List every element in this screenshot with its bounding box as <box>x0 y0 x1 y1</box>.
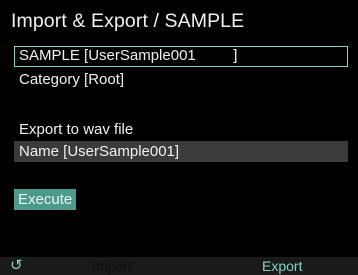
export-tab[interactable]: Export <box>262 257 302 275</box>
back-icon[interactable]: ↺ <box>10 257 23 275</box>
execute-button[interactable]: Execute <box>14 189 77 210</box>
footer-bar: ↺ Import Export <box>0 257 358 275</box>
name-field[interactable]: Name [UserSample001] <box>14 141 348 162</box>
export-heading: Export to wav file <box>19 121 134 138</box>
screen: Import & Export / SAMPLE SAMPLE [UserSam… <box>0 0 358 275</box>
sample-field[interactable]: SAMPLE [UserSample001 ] <box>14 46 348 67</box>
page-title: Import & Export / SAMPLE <box>11 10 245 32</box>
category-field[interactable]: Category [Root] <box>14 69 348 90</box>
import-tab[interactable]: Import <box>92 257 132 275</box>
